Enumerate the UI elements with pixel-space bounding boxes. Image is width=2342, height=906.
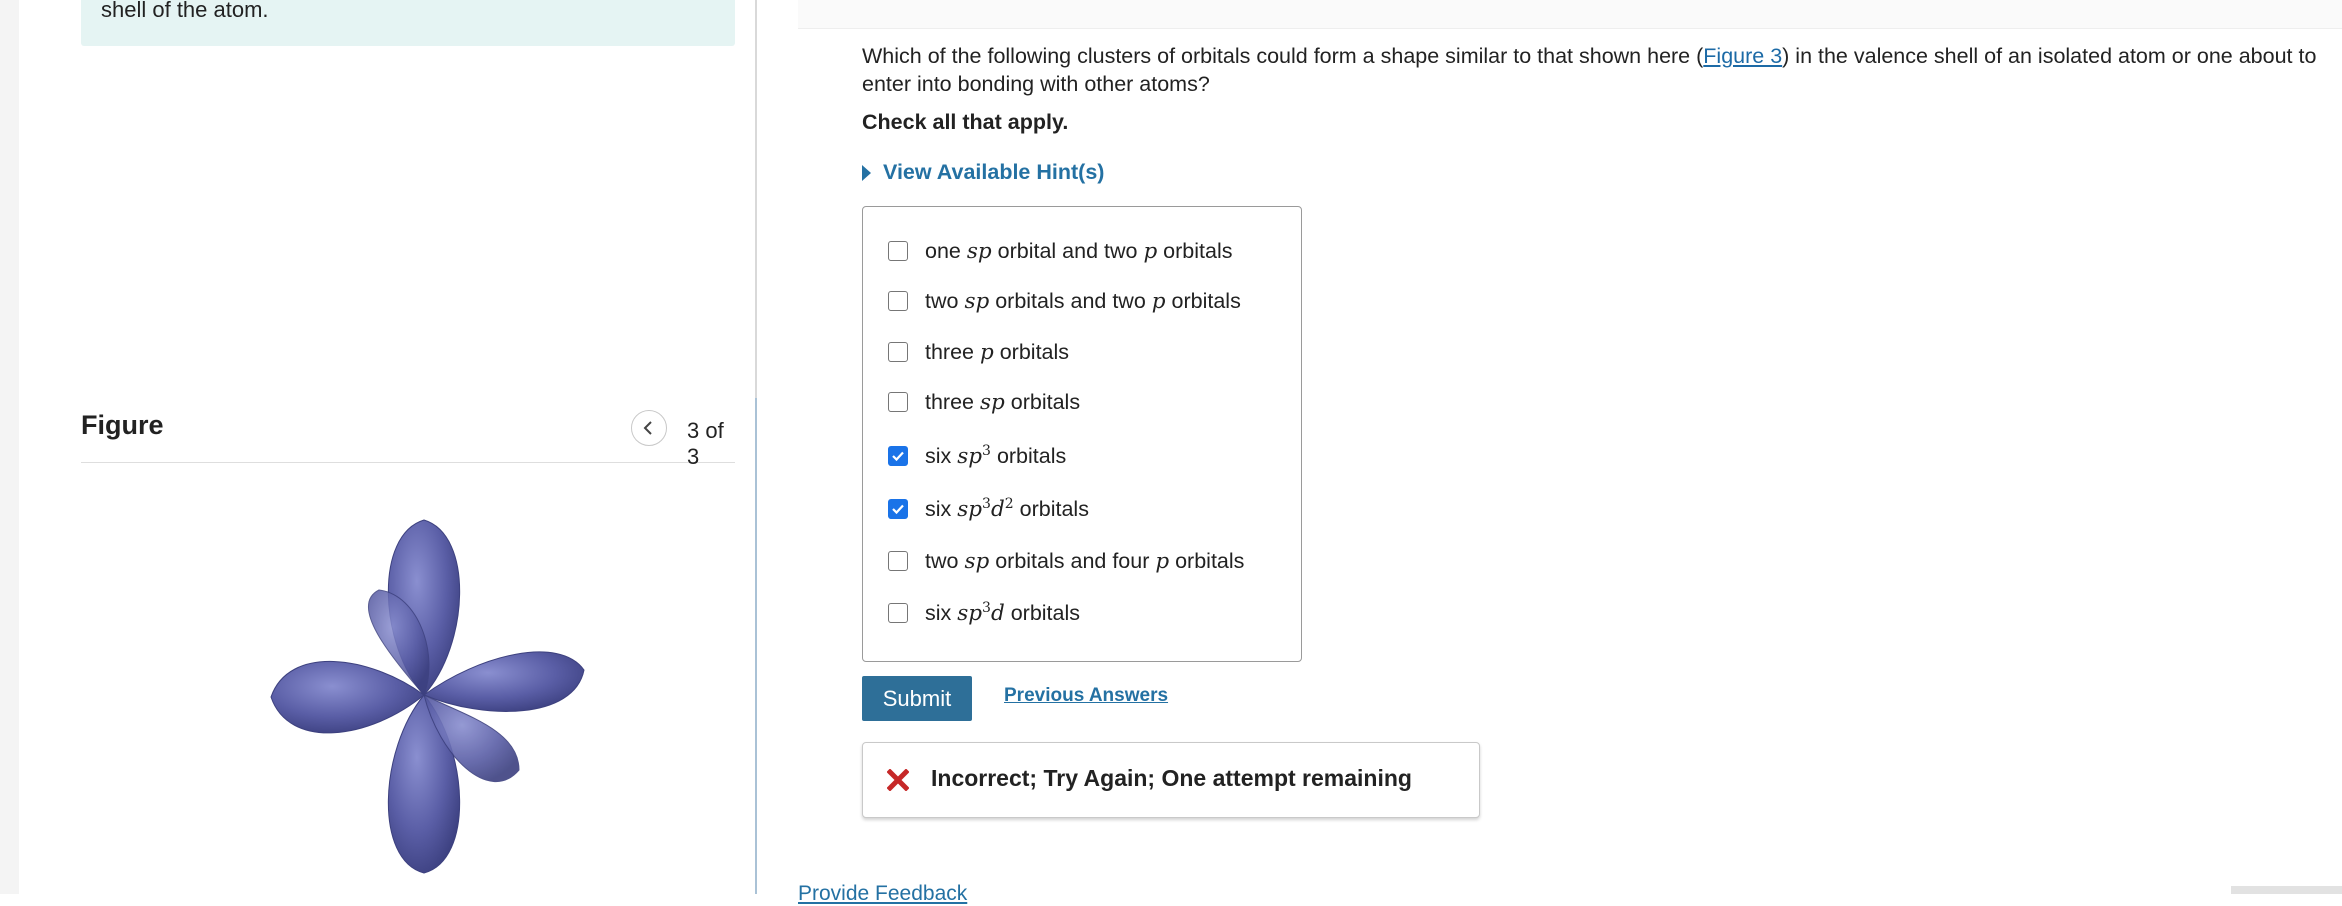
option-6-checkbox[interactable] (888, 499, 908, 519)
option-2-checkbox[interactable] (888, 291, 908, 311)
x-icon (887, 769, 909, 791)
option-5[interactable]: six sp3 orbitals (888, 438, 1066, 474)
option-label: one sp orbital and two p orbitals (925, 238, 1233, 264)
question-text-before: Which of the following clusters of orbit… (862, 44, 1704, 68)
submit-button[interactable]: Submit (862, 676, 972, 721)
option-label: three sp orbitals (925, 389, 1081, 415)
question-text: Which of the following clusters of orbit… (862, 42, 2342, 98)
figure-header: Figure 3 of 3 (81, 392, 792, 469)
previous-answers-link[interactable]: Previous Answers (1004, 685, 1168, 707)
question-pane: Which of the following clusters of orbit… (757, 0, 2342, 905)
option-1[interactable]: one sp orbital and two p orbitals (888, 233, 1233, 269)
answer-options: one sp orbital and two p orbitals two sp… (862, 206, 1302, 662)
left-rail (0, 0, 20, 894)
hint-toggle[interactable]: View Available Hint(s) (862, 160, 1104, 185)
orbital-figure-image (270, 519, 585, 874)
figure-prev-button[interactable] (631, 410, 667, 446)
context-box: shell of the atom. (81, 0, 735, 46)
corner-button-stub[interactable] (2231, 886, 2342, 894)
feedback-banner: Incorrect; Try Again; One attempt remain… (862, 742, 1480, 818)
instruction-text: Check all that apply. (862, 110, 1069, 134)
figure-link[interactable]: Figure 3 (1703, 44, 1782, 68)
option-label: two sp orbitals and four p orbitals (925, 548, 1245, 574)
option-8-checkbox[interactable] (888, 603, 908, 623)
option-7[interactable]: two sp orbitals and four p orbitals (888, 543, 1244, 579)
option-label: six sp3d2 orbitals (925, 495, 1089, 523)
option-6[interactable]: six sp3d2 orbitals (888, 491, 1089, 527)
option-label: six sp3 orbitals (925, 442, 1067, 470)
provide-feedback-link[interactable]: Provide Feedback (798, 882, 967, 906)
checkmark-icon (892, 451, 904, 462)
figure-title: Figure (81, 410, 164, 440)
option-4-checkbox[interactable] (888, 392, 908, 412)
hint-label: View Available Hint(s) (883, 160, 1105, 184)
option-1-checkbox[interactable] (888, 241, 908, 261)
left-pane: shell of the atom. Figure 3 of 3 (19, 0, 792, 894)
option-5-checkbox[interactable] (888, 446, 908, 466)
checkmark-icon (892, 504, 904, 515)
feedback-text: Incorrect; Try Again; One attempt remain… (931, 765, 1412, 791)
option-3-checkbox[interactable] (888, 342, 908, 362)
option-2[interactable]: two sp orbitals and two p orbitals (888, 283, 1241, 319)
top-strip (798, 0, 2342, 29)
option-4[interactable]: three sp orbitals (888, 384, 1080, 420)
option-8[interactable]: six sp3d orbitals (888, 595, 1080, 631)
option-label: two sp orbitals and two p orbitals (925, 288, 1241, 314)
caret-right-icon (862, 164, 871, 181)
option-label: three p orbitals (925, 339, 1070, 365)
context-text: shell of the atom. (101, 0, 269, 22)
option-label: six sp3d orbitals (925, 599, 1081, 627)
option-3[interactable]: three p orbitals (888, 334, 1069, 370)
chevron-left-icon (643, 421, 652, 435)
option-7-checkbox[interactable] (888, 551, 908, 571)
figure-counter: 3 of 3 (687, 418, 724, 469)
